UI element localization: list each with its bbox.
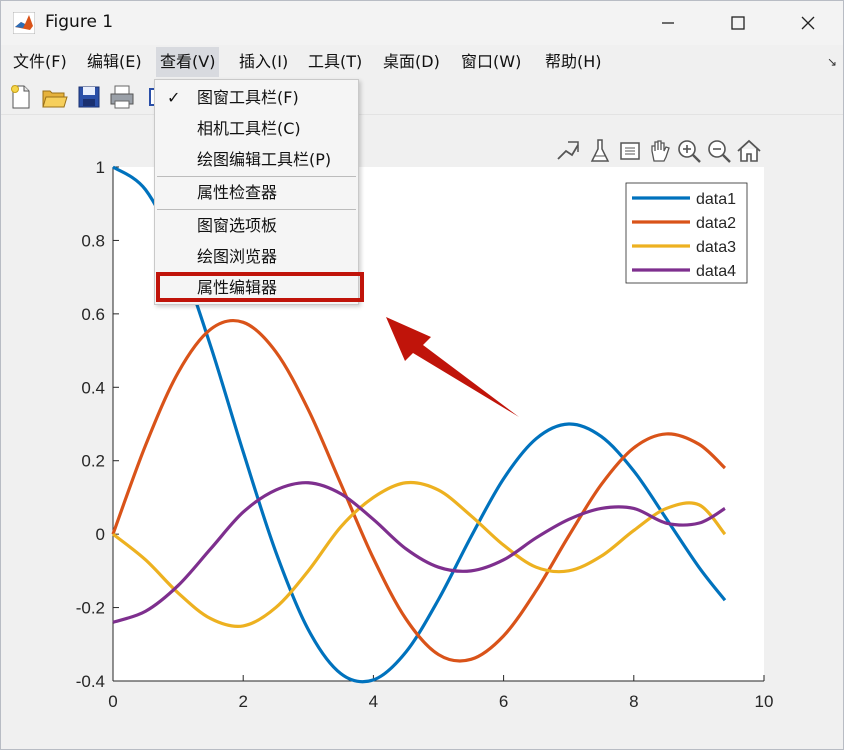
menu-item-plot-browser[interactable]: 绘图浏览器 [155,242,358,272]
menu-item-label: 相机工具栏(C) [197,119,301,138]
x-tick-label: 0 [108,692,117,711]
menu-view[interactable]: 查看(V) [156,47,220,77]
maximize-icon [731,16,745,30]
menu-item-figure-toolbar[interactable]: ✓ 图窗工具栏(F) [155,83,358,113]
x-tick-label: 6 [499,692,508,711]
menu-edit[interactable]: 编辑(E) [83,47,146,77]
title-bar[interactable]: Figure 1 [1,1,843,45]
pan-hand-icon[interactable] [646,137,674,165]
zoom-out-icon[interactable] [705,137,733,165]
menu-item-label: 图窗工具栏(F) [197,88,299,107]
maximize-button[interactable] [723,9,753,37]
menu-item-property-inspector[interactable]: 属性检查器 [155,178,358,208]
brush-export-icon[interactable] [554,137,582,165]
menu-desktop[interactable]: 桌面(D) [379,47,444,77]
annotation-arrow-icon [386,317,519,417]
x-tick-label: 2 [238,692,247,711]
figure-canvas: -0.4 -0.2 0 0.2 0.4 0.6 0.8 1 0 2 4 6 8 10 data1 data2 d… [1,117,843,749]
menu-help[interactable]: 帮助(H) [541,47,606,77]
home-icon[interactable] [735,137,763,165]
minimize-icon [662,22,674,24]
open-file-icon[interactable] [40,83,68,111]
menu-item-label: 属性检查器 [197,183,278,202]
checkmark-icon: ✓ [167,88,181,107]
x-tick-label: 10 [755,692,774,711]
line-chart[interactable]: -0.4-0.200.20.40.60.810 2 4 6 8 10data1data2d… [1,117,843,749]
new-figure-icon[interactable] [7,83,35,111]
close-icon [801,16,815,30]
y-tick-label: 1 [96,158,105,177]
y-tick-label: 0.2 [81,452,105,471]
menu-file[interactable]: 文件(F) [9,47,71,77]
figure-window: Figure 1 文件(F) 编辑(E) 查看(V) 插入(I) 工具(T) 桌… [0,0,844,750]
menu-item-label: 图窗选项板 [197,216,278,235]
legend-entry: data2 [696,215,736,232]
legend-entry: data1 [696,191,736,208]
x-tick-label: 4 [369,692,378,711]
brush-icon[interactable] [616,137,644,165]
matlab-logo-icon [13,12,35,34]
legend-entry: data3 [696,239,736,256]
window-title: Figure 1 [45,12,114,32]
data-tips-icon[interactable] [586,137,614,165]
menu-item-label: 绘图浏览器 [197,247,278,266]
save-icon[interactable] [75,83,103,111]
y-tick-label: 0.8 [81,231,105,250]
menu-tools[interactable]: 工具(T) [304,47,366,77]
menu-item-figure-palette[interactable]: 图窗选项板 [155,211,358,241]
menu-item-camera-toolbar[interactable]: 相机工具栏(C) [155,114,358,144]
legend-entry: data4 [696,263,736,280]
y-tick-label: -0.4 [76,672,105,691]
y-tick-label: 0.6 [81,305,105,324]
y-tick-label: -0.2 [76,599,105,618]
zoom-in-icon[interactable] [675,137,703,165]
menu-bar: 文件(F) 编辑(E) 查看(V) 插入(I) 工具(T) 桌面(D) 窗口(W… [1,47,843,77]
y-tick-label: 0 [96,525,105,544]
menu-window[interactable]: 窗口(W) [457,47,525,77]
print-icon[interactable] [108,83,136,111]
menu-insert[interactable]: 插入(I) [235,47,292,77]
menu-separator [157,209,356,210]
menu-item-label: 绘图编辑工具栏(P) [197,150,332,169]
dock-arrow-icon[interactable]: ↘ [827,55,837,69]
menu-item-plot-edit-toolbar[interactable]: 绘图编辑工具栏(P) [155,145,358,175]
menu-separator [157,176,356,177]
close-button[interactable] [793,9,823,37]
y-tick-label: 0.4 [81,378,105,397]
highlight-box [156,272,364,302]
figure-toolbar [1,79,843,115]
x-tick-label: 8 [629,692,638,711]
minimize-button[interactable] [653,9,683,37]
